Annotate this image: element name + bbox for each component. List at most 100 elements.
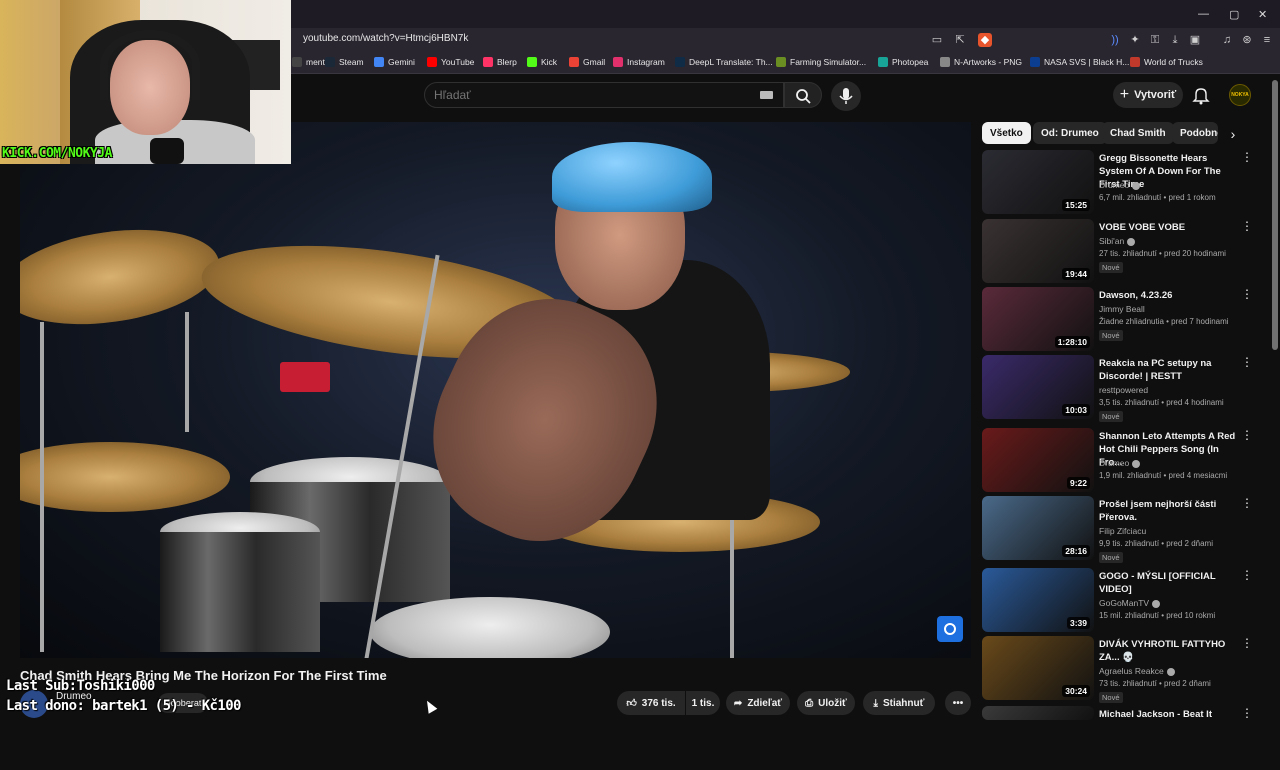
- notifications-button[interactable]: [1190, 84, 1212, 106]
- channel-watermark[interactable]: [937, 616, 963, 642]
- bookmark-favicon-icon: [776, 57, 786, 67]
- more-options-icon[interactable]: ⋮: [1241, 707, 1253, 719]
- video-thumbnail[interactable]: 15:25: [982, 150, 1094, 214]
- video-thumbnail[interactable]: 10:03: [982, 355, 1094, 419]
- video-thumbnail[interactable]: 9:22: [982, 428, 1094, 492]
- maximize-icon[interactable]: ▢: [1229, 8, 1239, 21]
- chevron-right-icon[interactable]: ›: [1224, 125, 1242, 143]
- bookmark-item[interactable]: Gmail: [569, 57, 605, 67]
- more-options-icon[interactable]: ⋮: [1241, 288, 1253, 300]
- keyboard-icon[interactable]: [760, 91, 773, 99]
- bookmark-item[interactable]: Farming Simulator...: [776, 57, 866, 67]
- bookmark-item[interactable]: Instagram: [613, 57, 665, 67]
- video-thumbnail[interactable]: 30:24: [982, 636, 1094, 700]
- bookmark-item[interactable]: Gemini: [374, 57, 415, 67]
- recommendation-title[interactable]: VOBE VOBE VOBE: [1099, 221, 1239, 234]
- like-button[interactable]: 👍︎ 376 tis.: [617, 691, 685, 715]
- bookmark-label: YouTube: [441, 57, 475, 67]
- minimize-icon[interactable]: —: [1198, 8, 1209, 20]
- voice-search-button[interactable]: [831, 81, 861, 111]
- save-button[interactable]: ⎙ Uložiť: [797, 691, 855, 715]
- bookmark-item[interactable]: N-Artworks - PNG: [940, 57, 1022, 67]
- more-options-icon[interactable]: ⋮: [1241, 497, 1253, 509]
- create-button[interactable]: + Vytvoriť: [1113, 82, 1183, 108]
- download-icon[interactable]: ⤓: [1168, 33, 1182, 47]
- share-button[interactable]: ➦ Zdieľať: [726, 691, 790, 715]
- recommendation-item[interactable]: 30:24 DIVÁK VYHROTIL FATTYHO ZA... 💀 Agrae…: [982, 636, 1253, 703]
- recommendation-item[interactable]: 3:39 GOGO - MÝSLI [OFFICIAL VIDEO] GoGoMan…: [982, 568, 1253, 632]
- recommendation-item[interactable]: Michael Jackson - Beat It ⋮: [982, 706, 1253, 770]
- more-options-icon[interactable]: ⋮: [1241, 220, 1253, 232]
- bookmark-item[interactable]: Blerp: [483, 57, 517, 67]
- key-icon[interactable]: ⚿: [1148, 33, 1162, 47]
- dislike-button[interactable]: 1 tis.: [686, 691, 720, 715]
- leo-icon[interactable]: )): [1108, 33, 1122, 47]
- url-text[interactable]: youtube.com/watch?v=Htmcj6HBN7k: [303, 33, 468, 44]
- bookmark-favicon-icon: [1130, 57, 1140, 67]
- video-thumbnail[interactable]: [982, 706, 1094, 720]
- recommendation-channel[interactable]: GoGoManTV: [1099, 598, 1161, 608]
- menu-icon[interactable]: ≡: [1260, 33, 1274, 47]
- more-options-icon[interactable]: ⋮: [1241, 637, 1253, 649]
- recommendation-title[interactable]: Dawson, 4.23.26: [1099, 289, 1239, 302]
- bookmark-item[interactable]: ments: [292, 57, 329, 67]
- search-input[interactable]: [434, 88, 734, 102]
- bookmark-item[interactable]: World of Trucks: [1130, 57, 1203, 67]
- share-page-icon[interactable]: ⇱: [953, 33, 967, 47]
- bookmark-item[interactable]: Kick: [527, 57, 557, 67]
- bookmark-favicon-icon: [427, 57, 437, 67]
- video-thumbnail[interactable]: 19:44: [982, 219, 1094, 283]
- brave-shield-icon[interactable]: ◆: [978, 33, 992, 47]
- more-options-icon[interactable]: ⋮: [1241, 356, 1253, 368]
- recommendation-item[interactable]: 28:16 Prošel jsem nejhorší části Přerova.…: [982, 496, 1253, 563]
- bookmark-item[interactable]: YouTube: [427, 57, 474, 67]
- recommendation-channel[interactable]: resttpowered: [1099, 385, 1148, 395]
- recommendation-channel[interactable]: Sibi'an: [1099, 236, 1136, 246]
- recommendation-channel[interactable]: Jimmy Beall: [1099, 304, 1145, 314]
- recommendation-title[interactable]: Michael Jackson - Beat It: [1099, 708, 1239, 721]
- recommendation-item[interactable]: 1:28:10 Dawson, 4.23.26 Jimmy Beall Žiadne …: [982, 287, 1253, 351]
- filter-chip[interactable]: Všetko: [982, 122, 1031, 144]
- bookmark-icon: ⎙: [805, 697, 814, 709]
- account-avatar[interactable]: NOKYA: [1229, 84, 1251, 106]
- more-actions-button[interactable]: •••: [945, 691, 971, 715]
- recommendation-channel[interactable]: Agraelus Reakce: [1099, 666, 1175, 676]
- recommendation-item[interactable]: 19:44 VOBE VOBE VOBE Sibi'an 27 tis. zhliad…: [982, 219, 1253, 283]
- download-button[interactable]: ⤓ Stiahnuť: [863, 691, 935, 715]
- vpn-icon[interactable]: ⊛: [1240, 33, 1254, 47]
- more-options-icon[interactable]: ⋮: [1241, 151, 1253, 163]
- close-icon[interactable]: ✕: [1258, 8, 1267, 21]
- filter-chip[interactable]: Chad Smith: [1102, 122, 1174, 144]
- recommendation-title[interactable]: DIVÁK VYHROTIL FATTYHO ZA... 💀: [1099, 638, 1239, 664]
- microphone-icon: [839, 88, 853, 104]
- recommendation-item[interactable]: 10:03 Reakcia na PC setupy na Discorde! |…: [982, 355, 1253, 422]
- bookmark-item[interactable]: Photopea: [878, 57, 928, 67]
- recommendation-channel[interactable]: Filip Zifciacu: [1099, 526, 1146, 536]
- recommendation-item[interactable]: 15:25 Gregg Bissonette Hears System Of A …: [982, 150, 1253, 214]
- cast-icon[interactable]: ▭: [930, 33, 944, 47]
- recommendation-title[interactable]: GOGO - MÝSLI [OFFICIAL VIDEO]: [1099, 570, 1239, 596]
- filter-chip[interactable]: Podobné: [1172, 122, 1218, 144]
- more-options-icon[interactable]: ⋮: [1241, 569, 1253, 581]
- video-thumbnail[interactable]: 28:16: [982, 496, 1094, 560]
- filter-chip[interactable]: Od: Drumeo: [1033, 122, 1107, 144]
- search-button[interactable]: [784, 82, 822, 108]
- video-thumbnail[interactable]: 1:28:10: [982, 287, 1094, 351]
- bookmark-item[interactable]: DeepL Translate: Th...: [675, 57, 773, 67]
- bookmark-item[interactable]: NASA SVS | Black H...: [1030, 57, 1129, 67]
- cymbal: [20, 442, 230, 512]
- recommendation-title[interactable]: Reakcia na PC setupy na Discorde! | REST…: [1099, 357, 1239, 383]
- scrollbar[interactable]: [1272, 80, 1278, 350]
- wallet-icon[interactable]: ▣: [1188, 33, 1202, 47]
- recommendation-channel[interactable]: Drumeo: [1099, 458, 1141, 468]
- video-thumbnail[interactable]: 3:39: [982, 568, 1094, 632]
- more-options-icon[interactable]: ⋮: [1241, 429, 1253, 441]
- recommendation-item[interactable]: 9:22 Shannon Leto Attempts A Red Hot Chil…: [982, 428, 1253, 492]
- recommendation-title[interactable]: Prošel jsem nejhorší části Přerova.: [1099, 498, 1239, 524]
- bookmark-label: Gemini: [388, 57, 415, 67]
- music-icon[interactable]: ♫: [1220, 33, 1234, 47]
- duration-badge: 9:22: [1066, 477, 1090, 489]
- recommendation-channel[interactable]: Drumeo: [1099, 180, 1141, 190]
- bookmark-item[interactable]: Steam: [325, 57, 364, 67]
- extensions-icon[interactable]: ✦: [1128, 33, 1142, 47]
